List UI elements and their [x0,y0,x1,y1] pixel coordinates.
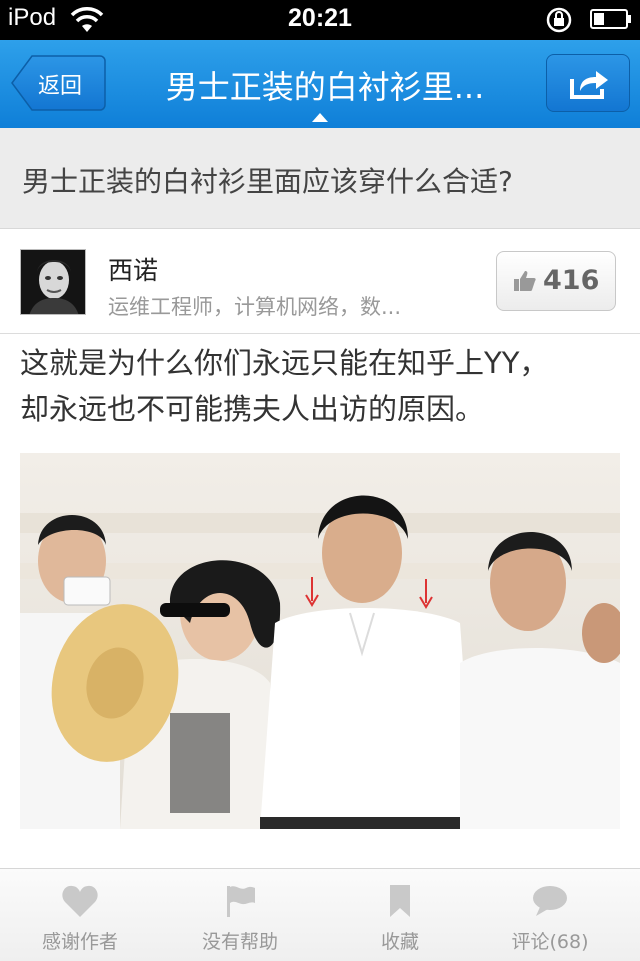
vote-count: 416 [543,265,600,296]
comment-icon [533,886,567,916]
upvote-button[interactable]: 416 [496,251,616,311]
back-label: 返回 [38,74,83,99]
answer-photo[interactable] [20,453,620,829]
thumbs-up-icon [514,271,536,291]
status-bar: iPod 20:21 [0,0,640,40]
tab-label: 评论(68) [511,931,589,953]
answer-body: 这就是为什么你们永远只能在知乎上YY， 却永远也不可能携夫人出访的原因。 [20,340,620,432]
question-title: 男士正装的白衬衫里面应该穿什么合适? [22,165,513,198]
flag-icon [227,886,255,917]
author-row[interactable]: 西诺 运维工程师，计算机网络，数... 416 [0,229,640,334]
comments-tab[interactable]: 评论(68) [470,869,630,961]
heart-icon [62,885,98,917]
back-button[interactable]: 返回 [10,54,106,112]
thank-author-tab[interactable]: 感谢作者 [0,869,160,961]
tab-label: 没有帮助 [201,931,278,953]
bookmark-icon [390,885,410,917]
favorite-tab[interactable]: 收藏 [320,869,480,961]
photo-image [20,453,620,829]
share-icon [570,71,608,99]
caret-up-icon [312,113,328,122]
navigation-bar: 返回 男士正装的白衬衫里... [0,40,640,129]
avatar[interactable] [20,249,86,315]
author-bio: 运维工程师，计算机网络，数... [108,295,402,319]
answer-line: 这就是为什么你们永远只能在知乎上YY， [20,346,549,380]
tab-label: 收藏 [380,931,419,953]
tab-label: 感谢作者 [41,931,118,953]
share-button[interactable] [546,54,630,112]
avatar-image [21,250,85,314]
rotation-lock-icon [546,7,572,33]
battery-icon [590,9,631,29]
not-helpful-tab[interactable]: 没有帮助 [160,869,320,961]
nav-title: 男士正装的白衬衫里... [165,68,485,106]
question-header[interactable]: 男士正装的白衬衫里面应该穿什么合适? [0,128,640,229]
tab-bar: 感谢作者 没有帮助 收藏 评论(68) [0,868,640,961]
answer-line: 却永远也不可能携夫人出访的原因。 [20,392,485,426]
author-name[interactable]: 西诺 [108,251,158,287]
